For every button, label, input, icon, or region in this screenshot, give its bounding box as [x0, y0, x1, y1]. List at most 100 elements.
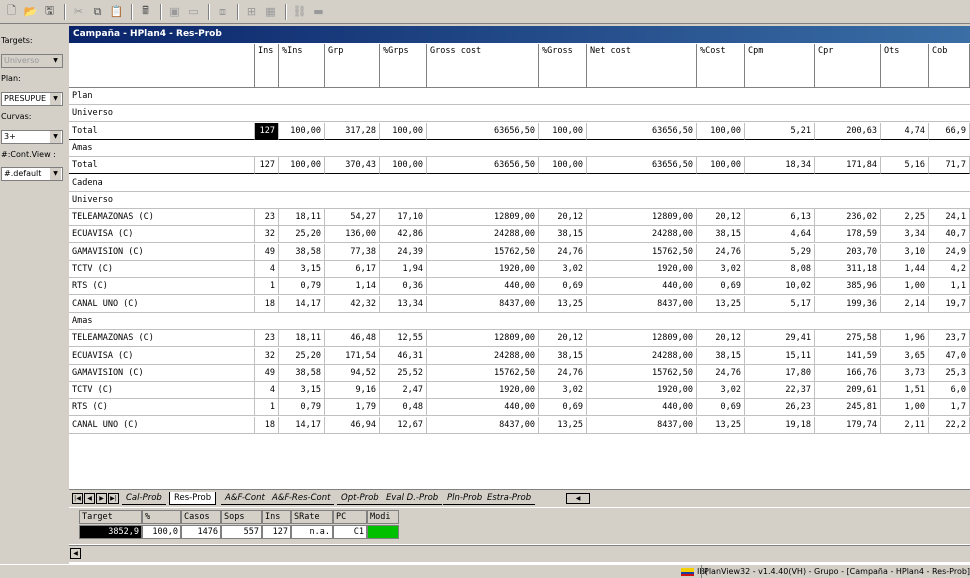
- table-cell[interactable]: 13,25: [697, 295, 745, 313]
- table-cell[interactable]: 5,21: [745, 122, 815, 140]
- table-cell[interactable]: 4,2: [929, 261, 970, 278]
- column-header[interactable]: %Gross: [539, 44, 587, 88]
- table-cell[interactable]: 71,7: [929, 157, 970, 175]
- table-cell[interactable]: 8437,00: [587, 295, 697, 313]
- table-cell[interactable]: 12809,00: [587, 330, 697, 348]
- table-cell[interactable]: 100,00: [539, 157, 587, 175]
- table-cell[interactable]: 23: [255, 209, 279, 227]
- table-cell[interactable]: 6,13: [745, 209, 815, 227]
- row-label[interactable]: RTS (C): [69, 278, 255, 296]
- table-cell[interactable]: 200,63: [815, 122, 881, 140]
- table-cell[interactable]: 209,61: [815, 382, 881, 400]
- table-cell[interactable]: 38,15: [697, 347, 745, 365]
- table-cell[interactable]: 0,69: [697, 399, 745, 417]
- table-cell[interactable]: 100,00: [380, 157, 427, 175]
- tab-cal-prob[interactable]: Cal-Prob: [122, 492, 166, 505]
- tab-eval-d-prob[interactable]: Eval D.-Prob: [382, 492, 443, 505]
- table-cell[interactable]: 46,94: [325, 416, 380, 434]
- row-label[interactable]: TCTV (C): [69, 261, 255, 278]
- table-cell[interactable]: 3,02: [697, 382, 745, 400]
- table-cell[interactable]: 24,9: [929, 243, 970, 261]
- table-cell[interactable]: 0,79: [279, 278, 325, 296]
- curvas-select[interactable]: 3+ ▼: [1, 130, 63, 144]
- table-cell[interactable]: 49: [255, 364, 279, 382]
- table-cell[interactable]: 47,0: [929, 347, 970, 365]
- table-cell[interactable]: 311,18: [815, 261, 881, 278]
- horizontal-scrollbar[interactable]: ◀: [69, 545, 970, 562]
- hierarchy-icon[interactable]: ⊞: [243, 3, 260, 20]
- table-cell[interactable]: 3,15: [279, 261, 325, 278]
- table-cell[interactable]: 12,55: [380, 330, 427, 348]
- table-cell[interactable]: 19,7: [929, 295, 970, 313]
- table-cell[interactable]: 19,18: [745, 416, 815, 434]
- tab-estra-prob[interactable]: Estra-Prob: [483, 492, 536, 505]
- table-cell[interactable]: 3,02: [539, 261, 587, 278]
- chevron-down-icon[interactable]: ▼: [50, 131, 61, 143]
- table-cell[interactable]: 38,15: [697, 226, 745, 244]
- column-header[interactable]: Cob: [929, 44, 970, 88]
- table-cell[interactable]: 3,02: [697, 261, 745, 278]
- table-cell[interactable]: 100,00: [279, 157, 325, 175]
- table-cell[interactable]: 100,00: [380, 122, 427, 140]
- chevron-down-icon[interactable]: ▼: [50, 168, 61, 180]
- table-cell[interactable]: 1,79: [325, 399, 380, 417]
- table-cell[interactable]: 38,58: [279, 364, 325, 382]
- table-cell[interactable]: 100,00: [697, 157, 745, 175]
- table-cell[interactable]: 42,86: [380, 226, 427, 244]
- table-cell[interactable]: 66,9: [929, 122, 970, 140]
- table-cell[interactable]: 100,00: [539, 122, 587, 140]
- calculator-icon[interactable]: 🖩: [137, 3, 154, 20]
- row-label[interactable]: Total: [69, 157, 255, 175]
- last-tab-icon[interactable]: ▶|: [108, 493, 119, 504]
- table-cell[interactable]: 24,76: [697, 364, 745, 382]
- table-cell[interactable]: 0,48: [380, 399, 427, 417]
- table-cell[interactable]: 24,76: [697, 243, 745, 261]
- column-header[interactable]: Net cost: [587, 44, 697, 88]
- table-cell[interactable]: 127: [255, 157, 279, 175]
- table-cell[interactable]: 25,20: [279, 226, 325, 244]
- table-cell[interactable]: 20,12: [697, 330, 745, 348]
- table-cell[interactable]: 1,1: [929, 278, 970, 296]
- table-cell[interactable]: 440,00: [427, 399, 539, 417]
- table-cell[interactable]: 136,00: [325, 226, 380, 244]
- column-header[interactable]: Cpm: [745, 44, 815, 88]
- summary-value[interactable]: 1476: [181, 525, 221, 539]
- plan-select[interactable]: PRESUPUE ▼: [1, 92, 63, 106]
- table-cell[interactable]: 40,7: [929, 226, 970, 244]
- row-label[interactable]: CANAL UNO (C): [69, 416, 255, 434]
- table-cell[interactable]: 54,27: [325, 209, 380, 227]
- table-cell[interactable]: 24,76: [539, 243, 587, 261]
- table-cell[interactable]: 3,10: [881, 243, 929, 261]
- table-cell[interactable]: 63656,50: [587, 157, 697, 175]
- table-cell[interactable]: 3,73: [881, 364, 929, 382]
- table-cell[interactable]: 18,11: [279, 209, 325, 227]
- table-cell[interactable]: 20,12: [697, 209, 745, 227]
- table-cell[interactable]: 370,43: [325, 157, 380, 175]
- column-header[interactable]: [69, 44, 255, 88]
- table-cell[interactable]: 77,38: [325, 243, 380, 261]
- table-cell[interactable]: 440,00: [587, 399, 697, 417]
- column-header[interactable]: Ins: [255, 44, 279, 88]
- row-label[interactable]: GAMAVISION (C): [69, 364, 255, 382]
- table-cell[interactable]: 24,1: [929, 209, 970, 227]
- table-cell[interactable]: 0,69: [697, 278, 745, 296]
- chevron-down-icon[interactable]: ▼: [50, 93, 61, 105]
- table-cell[interactable]: 15762,50: [587, 243, 697, 261]
- table-cell[interactable]: 38,15: [539, 226, 587, 244]
- table-cell[interactable]: 2,47: [380, 382, 427, 400]
- table-cell[interactable]: 15,11: [745, 347, 815, 365]
- cut-icon[interactable]: ✂: [70, 3, 87, 20]
- copy-icon[interactable]: ⧉: [89, 3, 106, 20]
- table-cell[interactable]: 440,00: [427, 278, 539, 296]
- tab-a-f-res-cont[interactable]: A&F-Res-Cont: [268, 492, 335, 505]
- table-cell[interactable]: 29,41: [745, 330, 815, 348]
- table-cell[interactable]: 46,48: [325, 330, 380, 348]
- row-label[interactable]: Total: [69, 122, 255, 140]
- summary-value[interactable]: 100,0: [142, 525, 181, 539]
- table-cell[interactable]: 6,17: [325, 261, 380, 278]
- table-cell[interactable]: 15762,50: [427, 364, 539, 382]
- table-cell[interactable]: 1920,00: [587, 382, 697, 400]
- table-cell[interactable]: 100,00: [697, 122, 745, 140]
- table-cell[interactable]: 25,52: [380, 364, 427, 382]
- table-cell[interactable]: 317,28: [325, 122, 380, 140]
